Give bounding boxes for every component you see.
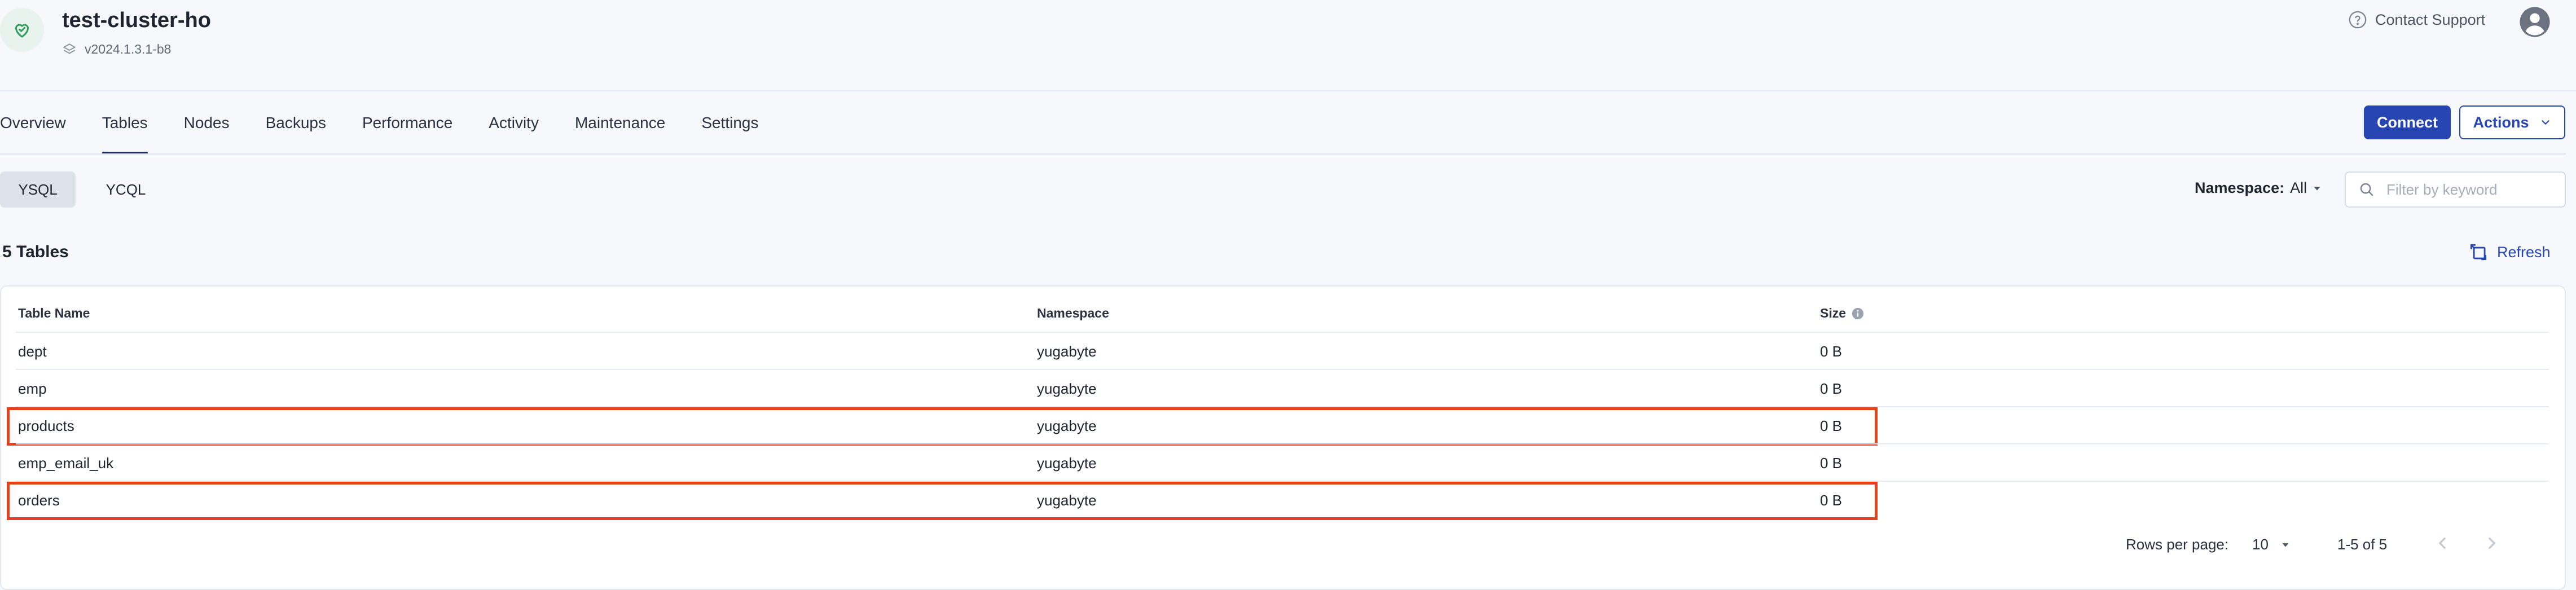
cluster-name: test-cluster-ho bbox=[62, 8, 211, 32]
table-cell-namespace: yugabyte bbox=[1037, 417, 1097, 434]
tab-settings[interactable]: Settings bbox=[701, 111, 758, 155]
chevron-down-icon bbox=[2541, 120, 2549, 125]
namespace-filter-label: Namespace: bbox=[2195, 179, 2285, 196]
contact-support-link[interactable]: Contact Support bbox=[2348, 10, 2485, 29]
user-avatar[interactable] bbox=[2518, 6, 2551, 38]
version-text: v2024.1.3.1-b8 bbox=[85, 42, 172, 56]
refresh-icon bbox=[2470, 244, 2487, 261]
column-header-label: Table Name bbox=[18, 306, 90, 320]
previous-page-button[interactable] bbox=[2433, 534, 2452, 556]
table-cell-namespace: yugabyte bbox=[1037, 343, 1097, 360]
tab-nodes[interactable]: Nodes bbox=[184, 111, 230, 155]
tab-performance[interactable]: Performance bbox=[362, 111, 452, 155]
table-cell-size: 0 B bbox=[1820, 343, 1843, 360]
cluster-tabs: Overview Tables Nodes Backups Performanc… bbox=[0, 111, 794, 155]
heart-check-icon bbox=[15, 24, 29, 38]
namespace-filter-value: All bbox=[2290, 179, 2307, 196]
user-circle-icon bbox=[2520, 7, 2550, 37]
api-tab-ycql[interactable]: YCQL bbox=[88, 171, 164, 208]
actions-button[interactable]: Actions bbox=[2459, 105, 2565, 139]
cluster-status-badge bbox=[0, 8, 44, 52]
caret-down-icon bbox=[2282, 543, 2289, 547]
tabs-divider bbox=[0, 153, 2566, 155]
keyword-search-input[interactable] bbox=[2385, 180, 2557, 199]
tab-maintenance[interactable]: Maintenance bbox=[575, 111, 665, 155]
column-header-size[interactable]: Size bbox=[1820, 306, 1864, 321]
table-cell-name: emp_email_uk bbox=[18, 455, 114, 472]
chevron-left-icon bbox=[2439, 537, 2446, 549]
table-cell-size: 0 B bbox=[1820, 455, 1843, 472]
api-tab-ysql[interactable]: YSQL bbox=[0, 171, 76, 208]
connect-button[interactable]: Connect bbox=[2364, 105, 2451, 139]
table-cell-name: products bbox=[18, 417, 74, 434]
column-header-label: Namespace bbox=[1037, 306, 1109, 320]
next-page-button[interactable] bbox=[2482, 534, 2502, 556]
highlighted-row-products bbox=[7, 407, 1878, 446]
rows-per-page-select[interactable]: 10 bbox=[2252, 536, 2290, 553]
table-cell-name: orders bbox=[18, 492, 60, 509]
cluster-version: v2024.1.3.1-b8 bbox=[62, 42, 171, 57]
namespace-filter[interactable]: Namespace: All bbox=[2195, 179, 2322, 197]
table-cell-name: emp bbox=[18, 380, 47, 397]
row-divider bbox=[16, 443, 2549, 444]
table-cell-size: 0 B bbox=[1820, 492, 1843, 509]
tab-activity[interactable]: Activity bbox=[489, 111, 539, 155]
pagination-range: 1-5 of 5 bbox=[2337, 536, 2388, 553]
search-icon bbox=[2360, 183, 2373, 196]
tab-overview[interactable]: Overview bbox=[0, 111, 66, 155]
table-cell-size: 0 B bbox=[1820, 380, 1843, 397]
keyword-search-box[interactable] bbox=[2345, 171, 2566, 208]
refresh-label: Refresh bbox=[2497, 243, 2551, 261]
column-header-label: Size bbox=[1820, 306, 1847, 320]
table-cell-name: dept bbox=[18, 343, 47, 360]
highlighted-row-orders bbox=[7, 482, 1878, 520]
refresh-button[interactable]: Refresh bbox=[2468, 241, 2551, 263]
table-cell-namespace: yugabyte bbox=[1037, 455, 1097, 472]
table-header-divider bbox=[16, 332, 2549, 333]
column-header-table-name[interactable]: Table Name bbox=[18, 306, 90, 321]
contact-support-label: Contact Support bbox=[2375, 11, 2486, 28]
table-count-title: 5 Tables bbox=[2, 243, 69, 261]
help-circle-icon bbox=[2349, 11, 2367, 29]
chevron-right-icon bbox=[2489, 537, 2495, 549]
layers-icon bbox=[63, 43, 76, 54]
row-divider bbox=[16, 369, 2549, 370]
table-cell-namespace: yugabyte bbox=[1037, 380, 1097, 397]
caret-down-icon bbox=[2314, 186, 2320, 191]
tab-backups[interactable]: Backups bbox=[266, 111, 326, 155]
table-cell-namespace: yugabyte bbox=[1037, 492, 1097, 509]
rows-per-page-label: Rows per page: bbox=[2126, 536, 2229, 553]
column-header-namespace[interactable]: Namespace bbox=[1037, 306, 1109, 321]
cluster-header bbox=[0, 0, 2576, 91]
actions-button-label: Actions bbox=[2473, 113, 2529, 131]
table-cell-size: 0 B bbox=[1820, 417, 1843, 434]
tab-tables[interactable]: Tables bbox=[102, 111, 148, 155]
info-icon[interactable] bbox=[1852, 307, 1864, 320]
rows-per-page-value: 10 bbox=[2252, 536, 2269, 553]
